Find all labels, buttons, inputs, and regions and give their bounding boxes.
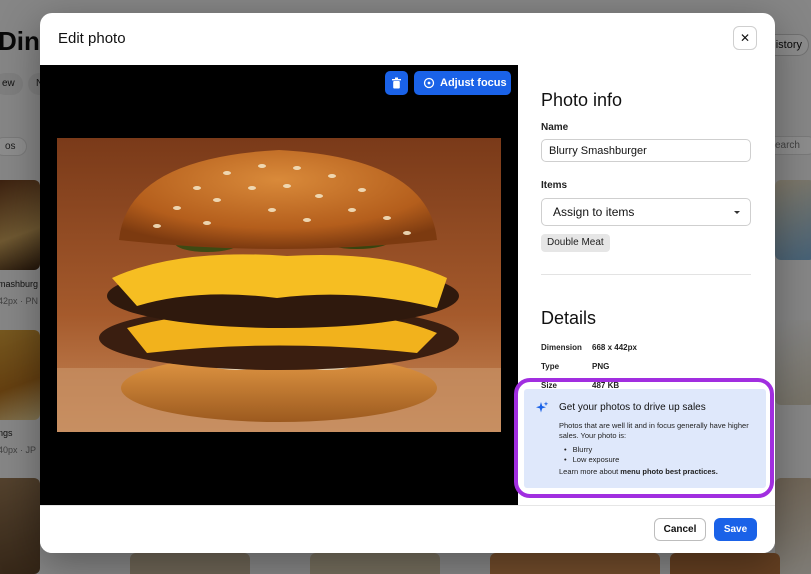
focus-target-icon — [423, 77, 435, 89]
highlight-ring — [514, 378, 774, 498]
cancel-button[interactable]: Cancel — [654, 518, 706, 541]
close-button[interactable]: ✕ — [733, 26, 757, 50]
detail-type-label: Type — [541, 362, 560, 371]
adjust-focus-button[interactable]: Adjust focus — [414, 71, 511, 95]
chevron-down-icon — [734, 211, 740, 214]
name-label: Name — [541, 122, 569, 133]
dialog-header: Edit photo ✕ — [40, 13, 775, 65]
item-tag[interactable]: Double Meat — [541, 234, 610, 252]
adjust-focus-label: Adjust focus — [440, 77, 507, 89]
delete-photo-button[interactable] — [385, 71, 408, 95]
detail-dimension-value: 668 x 442px — [592, 343, 637, 352]
detail-type-value: PNG — [592, 362, 610, 371]
burger-photo — [57, 138, 501, 432]
assign-items-select-value: Assign to items — [553, 205, 635, 219]
photo-info-heading: Photo info — [541, 90, 623, 110]
save-button[interactable]: Save — [714, 518, 757, 541]
details-heading: Details — [541, 308, 597, 328]
items-label: Items — [541, 180, 568, 191]
trash-icon — [392, 77, 401, 89]
dialog-footer: Cancel Save — [40, 505, 775, 553]
photo-name-input[interactable] — [541, 139, 751, 162]
photo-preview-pane: Adjust focus — [40, 65, 518, 505]
section-divider — [541, 274, 751, 275]
dialog-title: Edit photo — [58, 30, 126, 47]
detail-dimension-label: Dimension — [541, 343, 582, 352]
close-icon: ✕ — [739, 31, 751, 45]
assign-items-select[interactable]: Assign to items — [541, 198, 751, 226]
